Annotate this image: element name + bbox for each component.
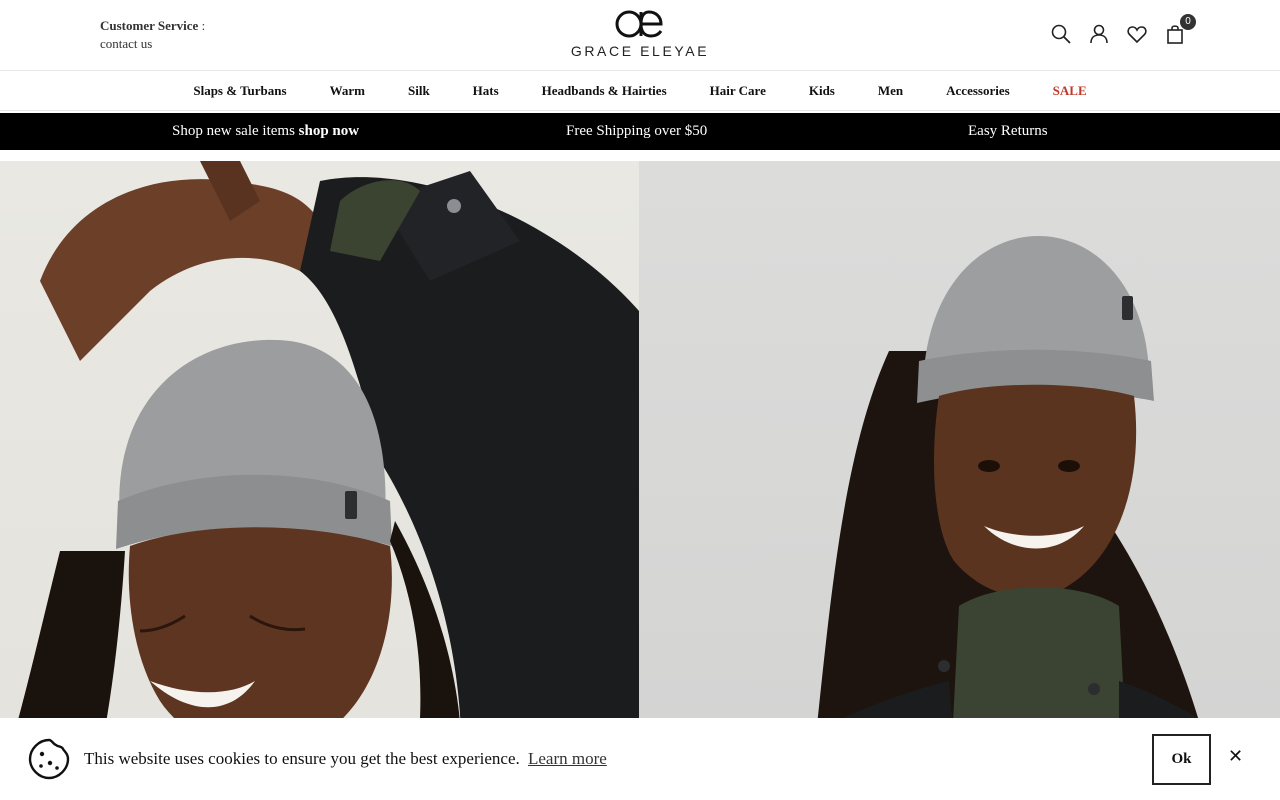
promo-sale-text: Shop new sale items: [172, 123, 295, 139]
header-icons: 0: [1050, 14, 1196, 46]
heart-icon: [1127, 26, 1147, 43]
site-header: Customer Service : contact us GRACE ELEY…: [0, 0, 1280, 71]
nav-item-slaps-turbans[interactable]: Slaps & Turbans: [172, 83, 308, 99]
cookie-learn-more-link[interactable]: Learn more: [528, 749, 607, 768]
cookie-message-text: This website uses cookies to ensure you …: [84, 749, 520, 768]
cookie-message: This website uses cookies to ensure you …: [84, 749, 607, 769]
cookie-ok-button[interactable]: Ok: [1152, 734, 1211, 785]
user-icon: [1090, 24, 1108, 44]
contact-us-link[interactable]: contact us: [100, 35, 205, 53]
cart-count-badge: 0: [1180, 14, 1196, 30]
customer-service-label: Customer Service: [100, 18, 199, 33]
nav-item-accessories[interactable]: Accessories: [925, 83, 1032, 99]
nav-item-warm[interactable]: Warm: [308, 83, 386, 99]
hero-image-right[interactable]: [639, 161, 1280, 800]
account-button[interactable]: [1088, 22, 1110, 46]
cookie-banner: This website uses cookies to ensure you …: [0, 718, 1280, 800]
nav-item-hair-care[interactable]: Hair Care: [688, 83, 787, 99]
promo-free-shipping: Free Shipping over $50: [566, 123, 708, 139]
promo-shop-now-link[interactable]: shop now: [299, 123, 359, 139]
nav-item-men[interactable]: Men: [856, 83, 924, 99]
search-button[interactable]: [1050, 22, 1072, 46]
nav-item-headbands-hairties[interactable]: Headbands & Hairties: [520, 83, 688, 99]
search-icon: [1051, 24, 1071, 44]
nav-item-silk[interactable]: Silk: [386, 83, 451, 99]
promo-bar: Shop new sale items shop now Free Shippi…: [0, 113, 1280, 150]
cookie-icon: [28, 738, 70, 785]
logo-monogram-icon: [615, 10, 663, 38]
nav-item-hats[interactable]: Hats: [451, 83, 520, 99]
nav-item-sale[interactable]: SALE: [1031, 83, 1108, 99]
hero-image-left[interactable]: [0, 161, 639, 800]
hero-banner[interactable]: [0, 161, 1280, 800]
main-navigation: Slaps & Turbans Warm Silk Hats Headbands…: [0, 71, 1280, 111]
hero-photo-left: [0, 161, 639, 800]
logo-text: GRACE ELEYAE: [570, 43, 710, 59]
promo-easy-returns: Easy Returns: [968, 123, 1048, 139]
customer-service: Customer Service : contact us: [100, 17, 205, 53]
hero-photo-right: [729, 236, 1280, 800]
cookie-close-button[interactable]: ✕: [1228, 746, 1243, 767]
cart-button[interactable]: 0: [1164, 14, 1196, 46]
customer-service-colon: :: [201, 18, 206, 33]
brand-logo[interactable]: GRACE ELEYAE: [565, 8, 715, 59]
promo-sale: Shop new sale items shop now: [172, 123, 359, 140]
wishlist-button[interactable]: [1126, 22, 1148, 46]
nav-item-kids[interactable]: Kids: [787, 83, 856, 99]
